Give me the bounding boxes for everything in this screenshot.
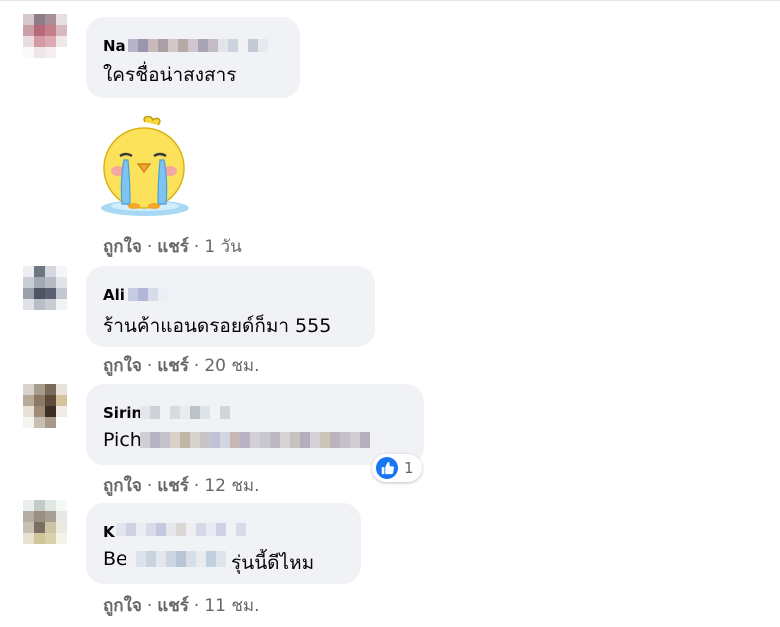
blurred-author-name <box>140 406 230 419</box>
like-link[interactable]: ถูกใจ <box>103 476 142 496</box>
comment-actions: ถูกใจ · แชร์ · 11 ชม. <box>103 596 260 616</box>
blurred-author-name <box>128 288 168 301</box>
share-link[interactable]: แชร์ <box>157 596 189 616</box>
like-link[interactable]: ถูกใจ <box>103 596 142 616</box>
share-link[interactable]: แชร์ <box>157 356 189 376</box>
avatar[interactable] <box>23 384 67 428</box>
comment-timestamp[interactable]: 11 ชม. <box>204 596 259 616</box>
comment-timestamp[interactable]: 12 ชม. <box>204 476 259 496</box>
comment-text: รุ่นนี้ดีไหม <box>231 552 315 574</box>
share-link[interactable]: แชร์ <box>157 476 189 496</box>
comment-author[interactable]: K <box>103 523 115 541</box>
comment-bubble: K Be รุ่นนี้ดีไหม <box>86 503 361 584</box>
share-link[interactable]: แชร์ <box>157 237 189 257</box>
blurred-author-name <box>116 523 246 536</box>
comment-author[interactable]: Na <box>103 37 126 55</box>
blurred-comment-text <box>140 432 370 448</box>
reaction-badge[interactable]: 1 <box>372 454 422 482</box>
avatar[interactable] <box>23 266 67 310</box>
like-link[interactable]: ถูกใจ <box>103 237 142 257</box>
blurred-comment-text <box>126 551 226 567</box>
reaction-count: 1 <box>404 459 414 477</box>
top-divider <box>0 0 780 1</box>
avatar[interactable] <box>23 500 67 544</box>
comment-actions: ถูกใจ · แชร์ · 1 วัน <box>103 237 242 257</box>
crying-chick-sticker <box>98 115 192 220</box>
comment-author[interactable]: Sirin <box>103 404 142 422</box>
blurred-author-name <box>128 39 268 52</box>
like-link[interactable]: ถูกใจ <box>103 356 142 376</box>
comment-bubble: Na ใครชื่อน่าสงสาร <box>86 17 300 98</box>
comment-text-prefix: Be <box>103 548 128 570</box>
comment-actions: ถูกใจ · แชร์ · 12 ชม. <box>103 476 260 496</box>
comment-text: ใครชื่อน่าสงสาร <box>103 64 237 86</box>
comment-timestamp[interactable]: 1 วัน <box>204 237 241 257</box>
comment-timestamp[interactable]: 20 ชม. <box>204 356 259 376</box>
comment-text: ร้านค้าแอนดรอยด์ก็มา 555 <box>103 315 332 337</box>
comment-bubble: Ali ร้านค้าแอนดรอยด์ก็มา 555 <box>86 266 375 347</box>
comment-actions: ถูกใจ · แชร์ · 20 ชม. <box>103 356 260 376</box>
avatar[interactable] <box>23 14 67 58</box>
comment-author[interactable]: Ali <box>103 286 125 304</box>
comment-text: Pich <box>103 429 142 451</box>
comment-bubble: Sirin Pich <box>86 384 424 465</box>
like-icon <box>376 457 398 479</box>
